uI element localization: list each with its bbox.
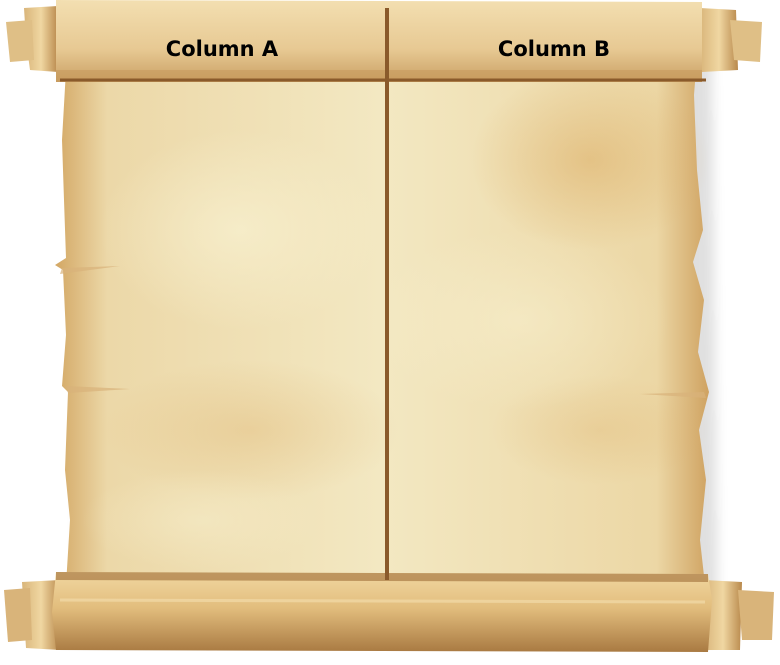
column-a-body xyxy=(62,82,384,577)
column-b-body xyxy=(390,82,710,577)
column-b-header: Column B xyxy=(497,37,611,61)
column-a-header: Column A xyxy=(165,37,279,61)
